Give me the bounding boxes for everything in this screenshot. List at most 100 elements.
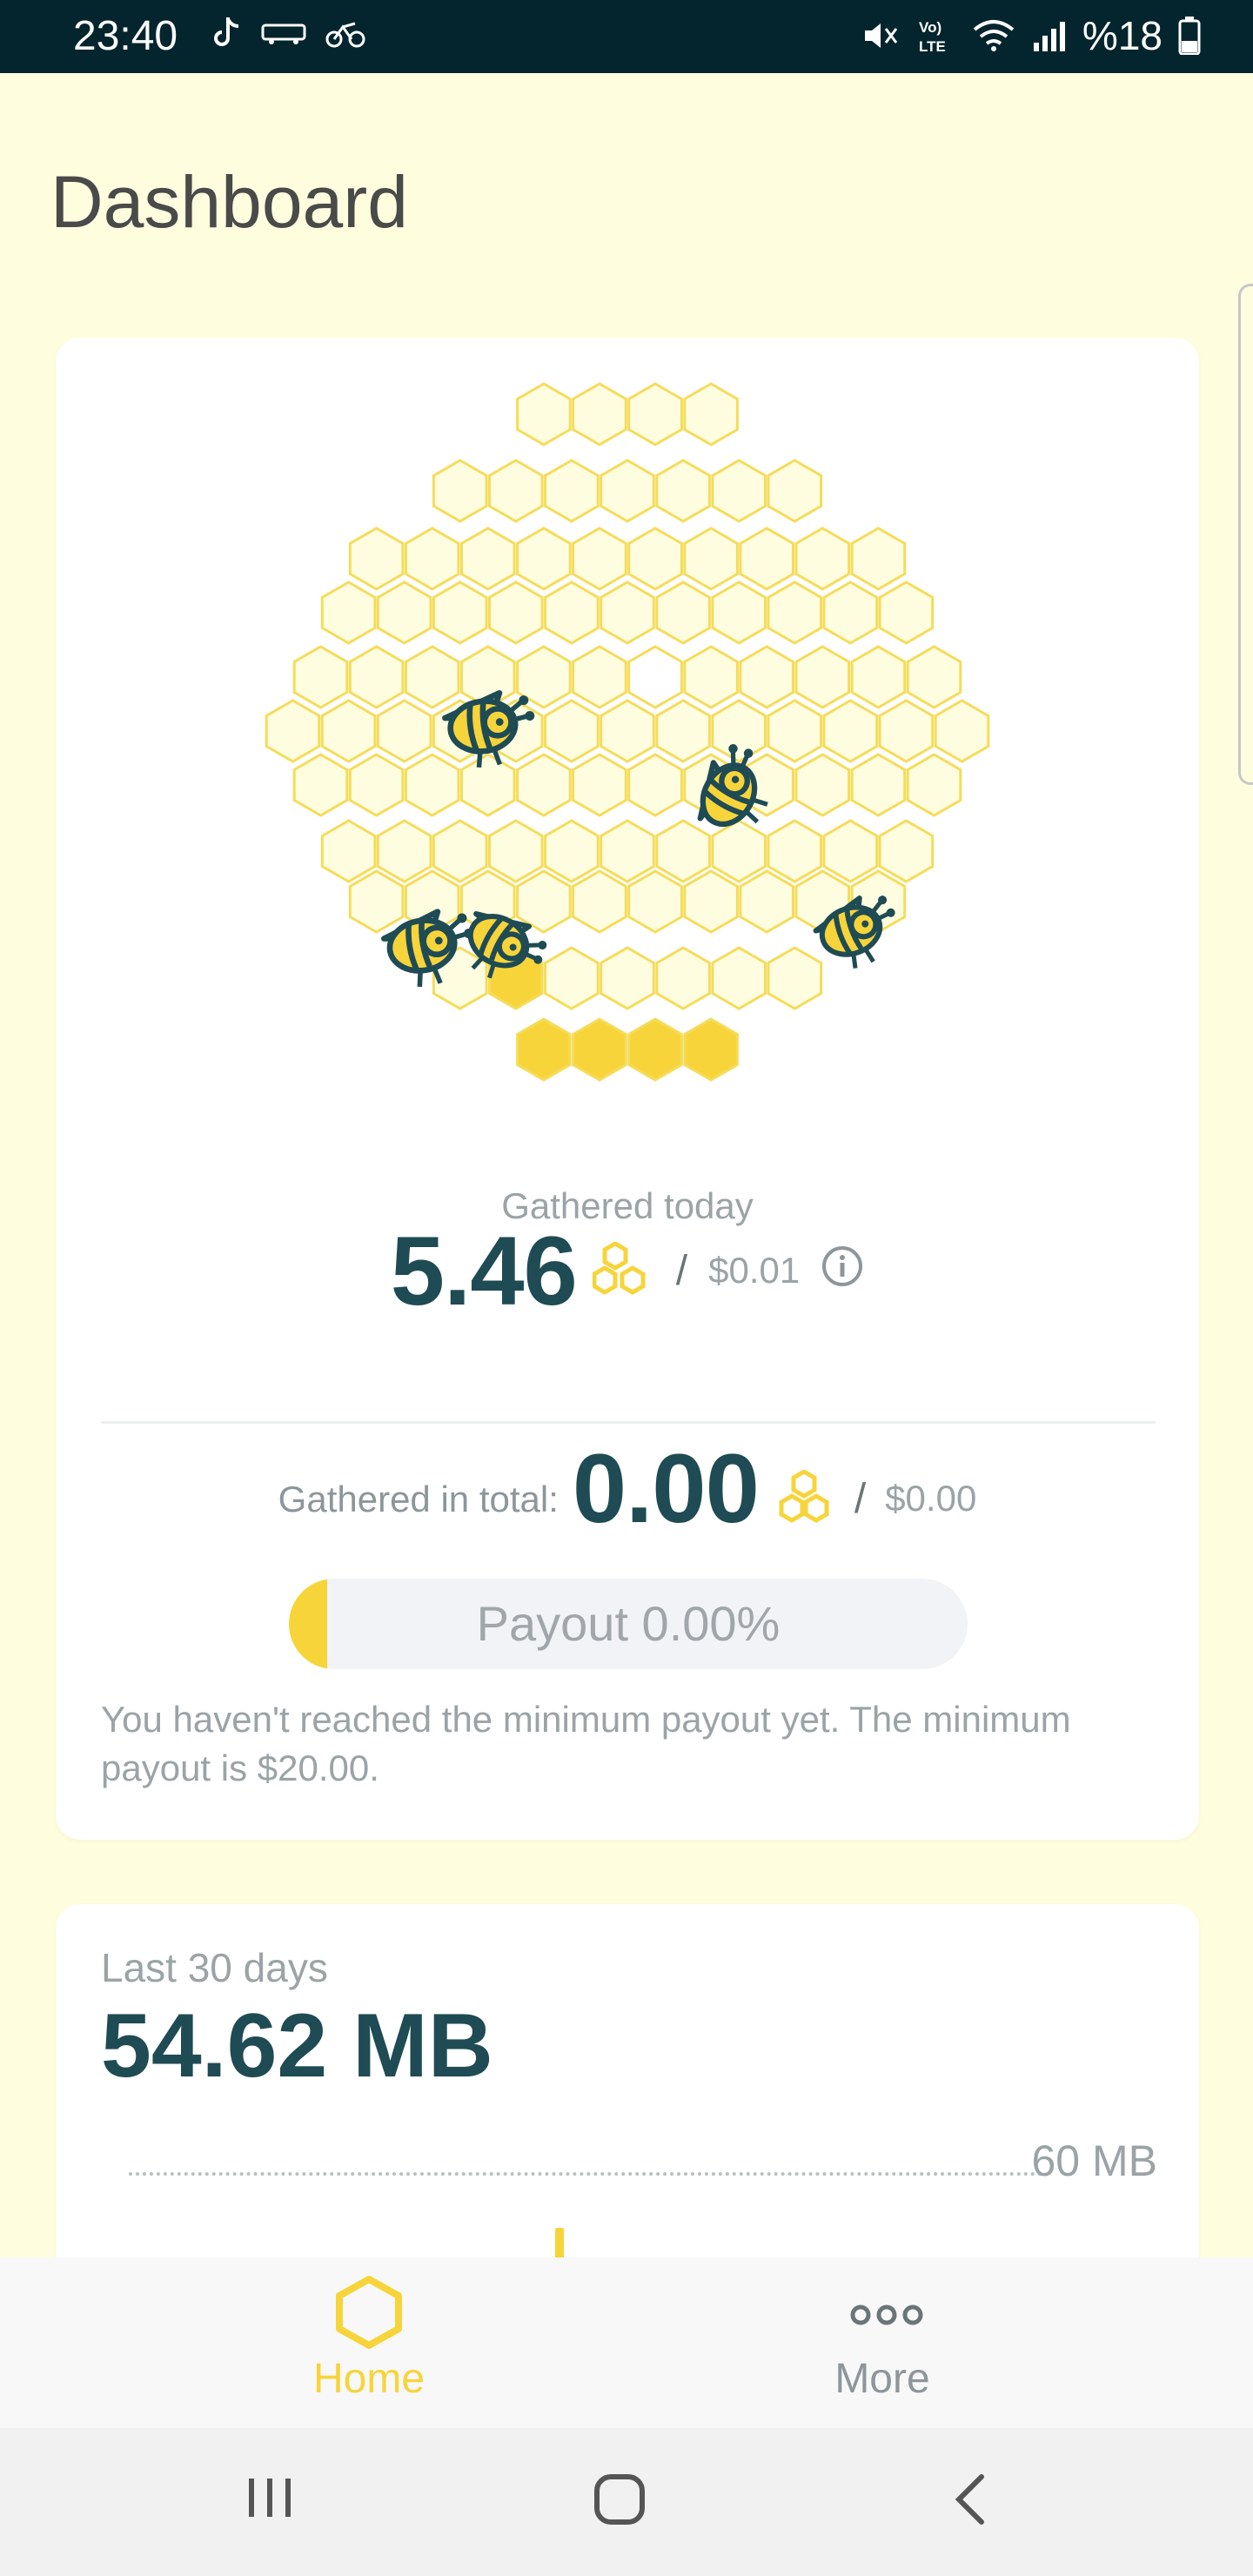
honey-cell — [572, 382, 627, 446]
honey-cell — [376, 819, 432, 883]
honey-cell — [572, 753, 627, 817]
honey-cell — [320, 699, 377, 763]
honey-cell — [432, 819, 488, 883]
svg-text:Vo): Vo) — [919, 19, 941, 36]
honey-cell — [767, 946, 823, 1010]
stats-max-label: 60 MB — [1031, 2137, 1157, 2185]
honey-cell — [683, 382, 739, 446]
honey-cell — [516, 753, 572, 817]
status-bar: 23:40 Vo) LTE %18 — [0, 0, 1253, 73]
honey-cell — [627, 527, 683, 591]
home-button-icon[interactable] — [592, 2472, 647, 2527]
card-divider — [101, 1421, 1156, 1424]
honey-cell — [767, 699, 823, 763]
honey-cell — [488, 819, 544, 883]
honey-cell — [739, 527, 794, 591]
honey-cell — [376, 580, 432, 645]
honey-cell — [767, 580, 823, 645]
honey-cell — [600, 459, 655, 523]
honey-cell — [627, 753, 683, 817]
nav-more[interactable]: More — [752, 2257, 1013, 2428]
honey-cell — [376, 699, 432, 763]
honey-cell — [683, 869, 739, 934]
honey-cell-filled — [572, 1017, 627, 1082]
status-right: Vo) LTE %18 — [861, 12, 1201, 59]
bus-icon — [261, 23, 306, 44]
status-time: 23:40 — [73, 13, 178, 59]
honey-cell — [767, 459, 823, 523]
more-dots-icon — [850, 2304, 923, 2325]
honey-cell — [320, 580, 377, 645]
honey-token-icon — [779, 1470, 829, 1523]
honey-cell — [320, 819, 377, 883]
honey-cell — [265, 699, 321, 763]
honey-cell — [711, 580, 767, 645]
nav-more-label: More — [834, 2356, 930, 2402]
honey-cell — [934, 699, 990, 763]
total-separator: / — [854, 1475, 867, 1522]
gathered-today-row: 5.46 / $0.01 — [56, 1217, 1199, 1325]
honey-cell — [516, 382, 572, 446]
honey-cell — [767, 819, 823, 883]
honey-cell — [878, 580, 935, 645]
page-title: Dashboard — [50, 161, 408, 243]
honey-token-icon — [592, 1242, 646, 1295]
gathered-total-value: 0.00 — [572, 1433, 760, 1543]
honey-cell — [404, 527, 460, 591]
bicycle-icon — [325, 22, 365, 48]
wifi-icon — [973, 20, 1015, 51]
honey-cell — [655, 946, 711, 1010]
honey-cell — [404, 753, 460, 817]
honey-cell — [906, 645, 962, 709]
honey-cell — [794, 645, 851, 709]
honey-cell — [572, 527, 627, 591]
honey-cell — [655, 819, 711, 883]
stats-period-label: Last 30 days — [101, 1945, 328, 1990]
honey-cell — [544, 459, 600, 523]
recent-apps-icon[interactable] — [244, 2472, 296, 2524]
payout-progress-label: Payout 0.00% — [476, 1596, 781, 1651]
honey-cell — [348, 645, 405, 709]
honey-cell — [850, 645, 907, 709]
honey-cell — [822, 819, 879, 883]
honey-cell — [404, 645, 460, 709]
honey-cell-filled — [516, 1017, 572, 1082]
honey-cell — [516, 527, 572, 591]
honey-cell — [822, 580, 879, 645]
volte-icon: Vo) LTE — [919, 19, 946, 55]
honey-cell — [627, 382, 683, 446]
gathered-total-usd: $0.00 — [885, 1478, 977, 1519]
honey-cell — [572, 869, 627, 934]
honey-cell — [348, 753, 405, 817]
honey-cell — [627, 645, 683, 709]
honey-cell — [850, 527, 907, 591]
honey-cell — [600, 580, 655, 645]
honey-cell — [683, 527, 739, 591]
honey-cell — [544, 946, 600, 1010]
nav-home[interactable]: Home — [238, 2257, 499, 2428]
max-gridline — [129, 2172, 1042, 2176]
system-nav-bar — [0, 2428, 1253, 2576]
signal-icon — [1033, 22, 1065, 51]
gathered-today-value: 5.46 — [390, 1216, 578, 1325]
honey-cell — [878, 819, 935, 883]
honeycomb-illustration — [265, 382, 990, 1082]
honey-cell — [627, 869, 683, 934]
honey-cell — [544, 699, 600, 763]
side-panel-handle[interactable] — [1238, 284, 1253, 785]
payout-progress-bar: Payout 0.00% — [289, 1579, 968, 1669]
honey-cell — [878, 699, 935, 763]
honey-cell — [460, 753, 516, 817]
info-icon[interactable] — [821, 1244, 864, 1288]
honey-cell — [348, 869, 405, 934]
battery-icon — [1178, 17, 1201, 55]
back-icon[interactable] — [948, 2472, 992, 2527]
payout-note: You haven't reached the minimum payout y… — [101, 1699, 1071, 1788]
honey-cell — [683, 645, 739, 709]
honey-cell — [572, 645, 627, 709]
honey-cell — [544, 819, 600, 883]
honey-cell — [850, 753, 907, 817]
stats-total-value: 54.62 MB — [101, 1996, 493, 2096]
honey-cell — [432, 580, 488, 645]
honey-cell — [822, 699, 879, 763]
